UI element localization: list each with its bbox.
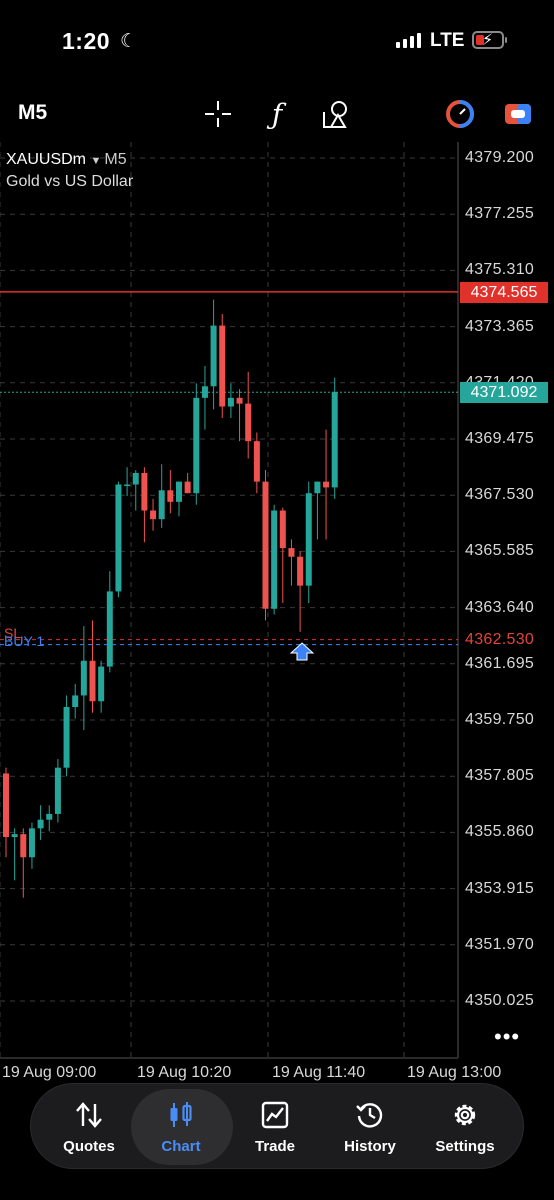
candle-body	[132, 472, 139, 485]
chart-candles-icon	[131, 1100, 231, 1130]
candle-body	[176, 481, 182, 502]
candle-body	[193, 397, 200, 494]
dropdown-icon: ▼	[90, 155, 105, 167]
candle-body	[37, 819, 44, 829]
sl-price-label: 4362.530	[465, 630, 535, 648]
candle-body	[184, 481, 191, 494]
y-tick-label: 4363.640	[465, 598, 535, 616]
red-line-price-tag: 4374.565	[460, 281, 548, 303]
candle-body	[236, 397, 243, 404]
y-tick-label: 4377.255	[465, 205, 535, 223]
x-tick-label: 19 Aug 09:00	[2, 1064, 97, 1081]
candle-body	[80, 660, 87, 696]
symbol-selector[interactable]: XAUUSDm ▼ M5	[6, 151, 127, 169]
candle-body	[227, 397, 234, 407]
candle-body	[98, 666, 105, 702]
x-tick-label: 19 Aug 13:00	[407, 1064, 502, 1081]
nav-history[interactable]: History	[320, 1084, 420, 1170]
nav-chart-label: Chart	[161, 1138, 201, 1155]
symbol-description: Gold vs US Dollar	[6, 173, 134, 190]
y-tick-label: 4351.970	[465, 935, 535, 953]
candle-body	[331, 392, 338, 488]
nav-chart[interactable]: Chart	[131, 1084, 233, 1170]
trade-icon	[225, 1100, 325, 1130]
buy-order-label[interactable]: BUY 1	[4, 633, 44, 649]
candle-body	[89, 660, 96, 702]
y-tick-label: 4379.200	[465, 149, 535, 166]
y-tick-label: 4350.025	[465, 992, 535, 1009]
candle-body	[158, 490, 165, 520]
candle-body	[323, 481, 330, 488]
candle-body	[314, 481, 321, 494]
candle-body	[11, 834, 18, 838]
candle-body	[262, 481, 269, 609]
candle-body	[54, 767, 61, 814]
candle-body	[245, 403, 252, 442]
y-tick-label: 4357.805	[465, 767, 535, 785]
symbol-timeframe: M5	[104, 151, 127, 168]
y-tick-label: 4361.695	[465, 654, 535, 672]
candle-body	[253, 441, 260, 482]
bottom-nav: Quotes Chart Trade History Settings	[30, 1083, 524, 1169]
candle-body	[115, 484, 122, 592]
y-tick-label: 4369.475	[465, 430, 535, 447]
candle-body	[150, 510, 157, 520]
candle-body	[201, 386, 208, 398]
y-tick-label: 4353.915	[465, 879, 535, 897]
symbol-name: XAUUSDm	[6, 151, 87, 168]
current-price-tag: 4371.092	[460, 382, 548, 404]
candle-body	[271, 510, 278, 609]
candle-body	[219, 325, 226, 407]
candle-body	[210, 325, 217, 387]
buy-arrow-icon	[289, 642, 315, 667]
candle-body	[20, 834, 27, 858]
y-tick-label: 4375.310	[465, 261, 535, 279]
nav-trade[interactable]: Trade	[225, 1084, 325, 1170]
gear-icon	[415, 1100, 515, 1130]
candle-body	[72, 695, 79, 707]
nav-history-label: History	[344, 1138, 396, 1155]
more-icon[interactable]: •••	[494, 1024, 520, 1050]
candle-body	[141, 472, 148, 511]
y-tick-label: 4365.585	[465, 542, 535, 560]
candle-body	[288, 548, 295, 557]
candle-body	[46, 813, 53, 820]
x-tick-label: 19 Aug 10:20	[137, 1064, 232, 1081]
candle-body	[297, 556, 304, 586]
candle-body	[167, 490, 174, 502]
candle-body	[279, 510, 286, 549]
nav-trade-label: Trade	[254, 1138, 296, 1155]
y-tick-label: 4367.530	[465, 486, 535, 504]
candle-body	[124, 484, 131, 487]
y-tick-label: 4359.750	[465, 711, 535, 728]
nav-settings-label: Settings	[435, 1138, 495, 1155]
candle-body	[28, 828, 35, 858]
y-tick-label: 4373.365	[465, 317, 535, 335]
nav-settings[interactable]: Settings	[415, 1084, 515, 1170]
candle-body	[305, 493, 312, 586]
candle-body	[63, 706, 70, 768]
nav-quotes[interactable]: Quotes	[39, 1084, 139, 1170]
y-tick-label: 4355.860	[465, 823, 535, 841]
candle-body	[106, 591, 113, 667]
quotes-icon	[39, 1100, 139, 1130]
history-icon	[320, 1100, 420, 1130]
candle-body	[3, 773, 9, 838]
x-tick-label: 19 Aug 11:40	[272, 1064, 366, 1081]
nav-quotes-label: Quotes	[63, 1138, 115, 1155]
